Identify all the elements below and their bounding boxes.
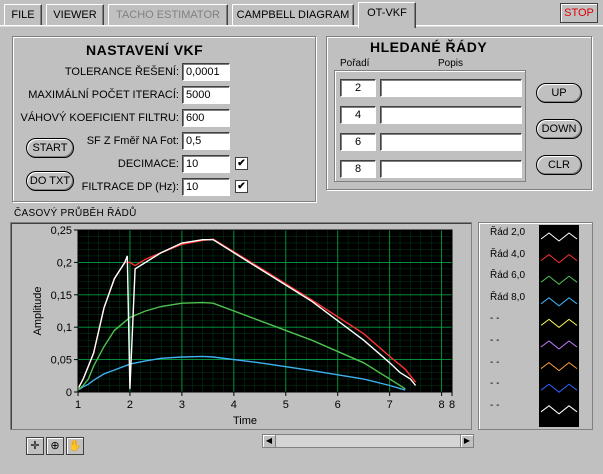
legend-item: Řád 8,0 xyxy=(490,291,526,303)
orders-col-order: Pořadí xyxy=(340,58,370,69)
x-tick-label: 6 xyxy=(335,399,341,411)
clr-button[interactable]: CLR xyxy=(536,155,582,175)
down-button[interactable]: DOWN xyxy=(536,119,582,139)
legend-item: - - xyxy=(490,335,500,346)
scroll-left-button[interactable]: ◀ xyxy=(262,434,276,448)
tab-viewer[interactable]: VIEWER xyxy=(46,4,104,26)
x-tick-label: 2 xyxy=(127,399,133,411)
x-tick-label: 7 xyxy=(387,399,393,411)
y-tick-label: 0,15 xyxy=(51,290,72,302)
y-tick-label: 0 xyxy=(66,387,72,399)
order-desc-field[interactable] xyxy=(380,106,522,124)
legend-swatch xyxy=(540,232,578,242)
cursor-tool-button[interactable]: ✛ xyxy=(26,437,44,455)
order-field[interactable]: 6 xyxy=(340,133,376,151)
order-desc-field[interactable] xyxy=(380,133,522,151)
do-txt-button[interactable]: DO TXT xyxy=(26,171,74,191)
tolerance-field[interactable]: 0,0001 xyxy=(182,63,230,81)
legend-item: Řád 4,0 xyxy=(490,248,526,260)
weight-coefficient-field[interactable]: 600 xyxy=(182,109,230,127)
filter-field[interactable]: 10 xyxy=(182,178,230,196)
legend-swatch xyxy=(540,340,578,350)
zoom-tool-button[interactable]: ⊕ xyxy=(46,437,64,455)
legend-swatch xyxy=(540,383,578,393)
legend-swatches xyxy=(540,232,578,415)
decimation-field[interactable]: 10 xyxy=(182,155,230,173)
x-axis-label: Time xyxy=(233,415,257,427)
decimation-label: DECIMACE: xyxy=(117,158,179,170)
x-tick-label: 8 xyxy=(449,399,455,411)
tab-file[interactable]: FILE xyxy=(4,4,42,26)
y-axis-label: Amplitude xyxy=(32,287,44,336)
filter-checkbox[interactable]: ✔ xyxy=(235,180,248,193)
y-tick-label: 0,05 xyxy=(51,355,72,367)
tab-ot-vkf[interactable]: OT-VKF xyxy=(358,2,416,28)
legend-swatch xyxy=(540,361,578,372)
legend-item: - - xyxy=(490,356,500,368)
decimation-checkbox[interactable]: ✔ xyxy=(235,157,248,170)
order-chart[interactable]: 0 0,05 0,1 0,15 0,2 0,25 1 2 3 4 5 6 7 8 8 Time Amplitud… xyxy=(12,224,470,430)
legend-item: Řád 2,0 xyxy=(490,227,526,238)
order-desc-field[interactable] xyxy=(380,160,522,178)
tab-campbell-diagram[interactable]: CAMPBELL DIAGRAM xyxy=(232,4,354,26)
start-button[interactable]: START xyxy=(26,138,74,158)
up-button[interactable]: UP xyxy=(536,83,582,103)
scroll-right-button[interactable]: ▶ xyxy=(460,434,474,448)
legend-item: - - xyxy=(490,399,500,411)
weight-coefficient-label: VÁHOVÝ KOEFICIENT FILTRU: xyxy=(20,112,179,124)
tolerance-label: TOLERANCE ŘEŠENÍ: xyxy=(64,66,179,78)
legend-swatch xyxy=(540,405,578,415)
legend-item: - - xyxy=(490,313,500,325)
pan-tool-button[interactable]: ✋ xyxy=(66,437,84,455)
x-tick-label: 4 xyxy=(231,399,237,411)
legend-swatch xyxy=(540,275,578,285)
legend-swatch xyxy=(540,318,578,329)
order-desc-field[interactable] xyxy=(380,79,522,97)
x-tick-label: 1 xyxy=(75,399,81,411)
y-tick-label: 0,2 xyxy=(57,257,72,269)
max-iterations-field[interactable]: 5000 xyxy=(182,86,230,104)
sf-ratio-label: SF Z Fměř NA Fot: xyxy=(86,135,179,147)
tab-tacho-estimator[interactable]: TACHO ESTIMATOR xyxy=(108,4,228,26)
order-field[interactable]: 2 xyxy=(340,79,376,97)
sf-ratio-field[interactable]: 0,5 xyxy=(182,132,230,150)
graph-scrollbar[interactable] xyxy=(262,434,474,448)
orders-title: HLEDANÉ ŘÁDY xyxy=(370,39,488,55)
legend-item: Řád 6,0 xyxy=(490,270,526,282)
stop-button[interactable]: STOP xyxy=(560,3,598,23)
legend-swatch xyxy=(540,297,578,307)
settings-title: NASTAVENÍ VKF xyxy=(86,42,204,58)
legend-item: - - xyxy=(490,378,500,390)
y-tick-label: 0,25 xyxy=(51,225,72,237)
order-field[interactable]: 4 xyxy=(340,106,376,124)
x-tick-label: 8 xyxy=(439,399,445,411)
filter-label: FILTRACE DP (Hz): xyxy=(81,181,179,193)
legend-swatch xyxy=(540,253,578,264)
x-tick-label: 5 xyxy=(283,399,289,411)
graph-section-label: ČASOVÝ PRŮBĚH ŘÁDŮ xyxy=(14,208,137,219)
max-iterations-label: MAXIMÁLNÍ POČET ITERACÍ: xyxy=(28,89,179,101)
tab-strip-border-shade xyxy=(0,26,603,27)
x-tick-label: 3 xyxy=(179,399,185,411)
y-tick-label: 0,1 xyxy=(57,322,72,334)
orders-col-desc: Popis xyxy=(438,58,464,69)
order-field[interactable]: 8 xyxy=(340,160,376,178)
